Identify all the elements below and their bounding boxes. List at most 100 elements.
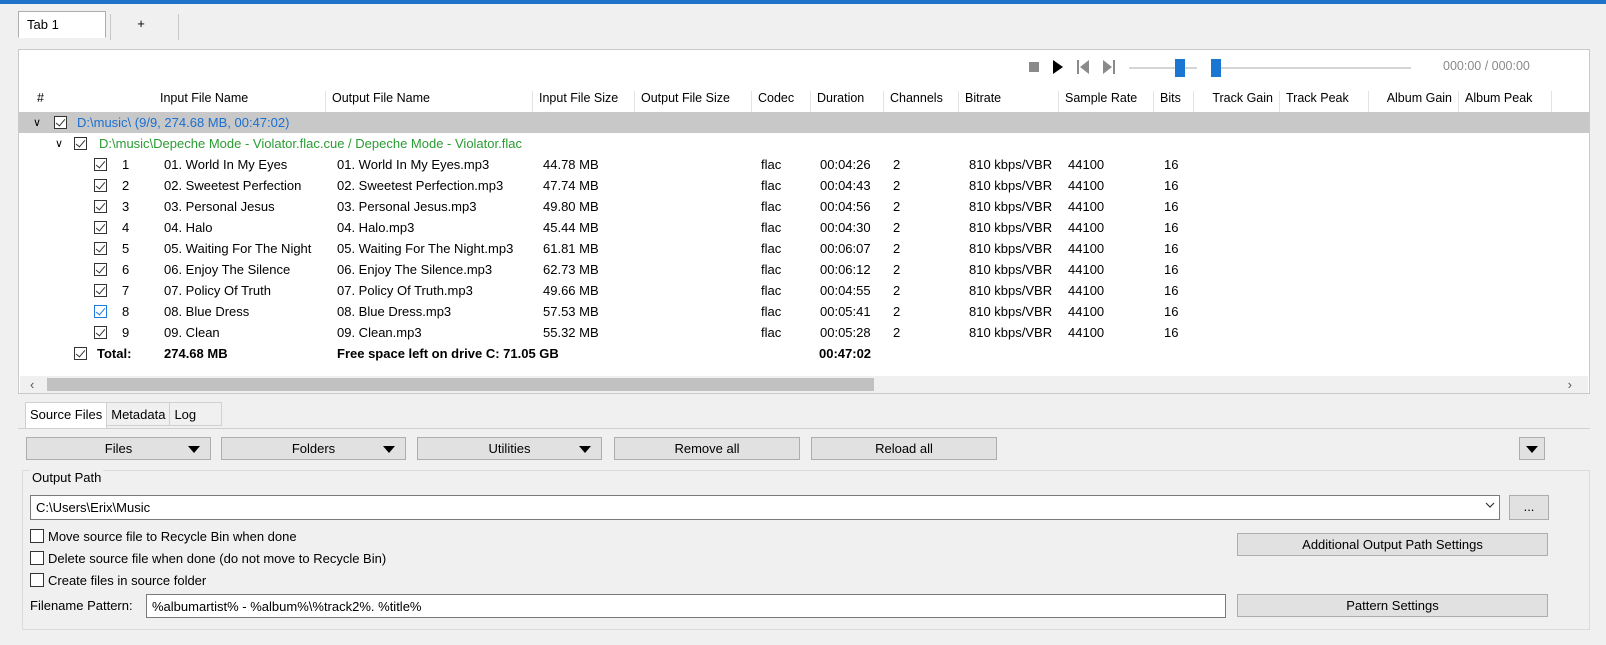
table-row[interactable]: 8 08. Blue Dress 08. Blue Dress.mp3 57.53 M… bbox=[19, 301, 1589, 322]
folder-group-row[interactable]: ∨ D:\music\ (9/9, 274.68 MB, 00:47:02) bbox=[19, 112, 1589, 133]
tab-separator bbox=[178, 14, 179, 40]
table-row[interactable]: 1 01. World In My Eyes 01. World In My Eye… bbox=[19, 154, 1589, 175]
input-file-name: 02. Sweetest Perfection bbox=[164, 178, 302, 193]
new-tab-button[interactable]: + bbox=[106, 11, 176, 38]
sample-rate: 44100 bbox=[1068, 241, 1105, 256]
input-file-size: 62.73 MB bbox=[543, 262, 599, 277]
track-checkbox[interactable] bbox=[94, 326, 107, 339]
play-icon[interactable] bbox=[1053, 60, 1063, 74]
table-row[interactable]: 9 09. Clean 09. Clean.mp3 55.32 MB flac 00:05… bbox=[19, 322, 1589, 343]
codec: flac bbox=[761, 325, 782, 340]
duration: 00:05:28 bbox=[820, 325, 871, 340]
next-track-icon[interactable] bbox=[1103, 59, 1115, 75]
input-file-size: 47.74 MB bbox=[543, 178, 599, 193]
folders-button[interactable]: Folders bbox=[221, 437, 406, 460]
table-row[interactable]: 6 06. Enjoy The Silence 06. Enjoy The Sile… bbox=[19, 259, 1589, 280]
stop-icon[interactable] bbox=[1029, 62, 1039, 72]
bitrate: 810 kbps/VBR bbox=[969, 178, 1053, 193]
track-checkbox[interactable] bbox=[94, 242, 107, 255]
chevron-down-icon[interactable]: ∨ bbox=[33, 116, 41, 129]
seek-slider-track[interactable] bbox=[1211, 67, 1411, 69]
move-recycle-checkbox[interactable] bbox=[30, 529, 44, 543]
tab-strip-line bbox=[18, 428, 1590, 429]
table-row[interactable]: 7 07. Policy Of Truth 07. Policy Of Truth.… bbox=[19, 280, 1589, 301]
scrollbar-thumb[interactable] bbox=[47, 378, 874, 391]
pattern-settings-button[interactable]: Pattern Settings bbox=[1237, 594, 1548, 617]
total-checkbox[interactable] bbox=[74, 347, 87, 360]
table-row[interactable]: 5 05. Waiting For The Night 05. Waiting Fo… bbox=[19, 238, 1589, 259]
track-checkbox[interactable] bbox=[94, 158, 107, 171]
bitrate: 810 kbps/VBR bbox=[969, 325, 1053, 340]
table-row[interactable]: 3 03. Personal Jesus 03. Personal Jesus.mp… bbox=[19, 196, 1589, 217]
duration: 00:05:41 bbox=[820, 304, 871, 319]
sample-rate: 44100 bbox=[1068, 157, 1105, 172]
remove-all-button[interactable]: Remove all bbox=[614, 437, 800, 460]
additional-output-path-settings-button[interactable]: Additional Output Path Settings bbox=[1237, 533, 1548, 556]
track-number: 6 bbox=[122, 262, 130, 277]
output-file-name: 09. Clean.mp3 bbox=[337, 325, 422, 340]
track-checkbox[interactable] bbox=[94, 305, 107, 318]
total-duration: 00:47:02 bbox=[819, 346, 872, 361]
volume-slider-thumb[interactable] bbox=[1175, 59, 1185, 77]
tab-metadata[interactable]: Metadata bbox=[107, 402, 171, 426]
tab-1[interactable]: Tab 1 bbox=[18, 11, 106, 38]
previous-track-icon[interactable] bbox=[1077, 59, 1089, 75]
codec: flac bbox=[761, 199, 782, 214]
move-recycle-option[interactable]: Move source file to Recycle Bin when don… bbox=[30, 529, 297, 544]
create-in-source-option[interactable]: Create files in source folder bbox=[30, 573, 206, 588]
scroll-right-icon[interactable]: › bbox=[1568, 377, 1572, 392]
input-file-name: 03. Personal Jesus bbox=[164, 199, 275, 214]
output-path-label: Output Path bbox=[30, 470, 104, 485]
chevron-down-icon[interactable]: ∨ bbox=[55, 137, 63, 150]
create-in-source-label: Create files in source folder bbox=[48, 573, 207, 588]
table-row[interactable]: 2 02. Sweetest Perfection 02. Sweetest Per… bbox=[19, 175, 1589, 196]
delete-source-label: Delete source file when done (do not mov… bbox=[48, 551, 387, 566]
bits: 16 bbox=[1164, 220, 1179, 235]
codec: flac bbox=[761, 157, 782, 172]
delete-source-option[interactable]: Delete source file when done (do not mov… bbox=[30, 551, 386, 566]
move-recycle-label: Move source file to Recycle Bin when don… bbox=[48, 529, 297, 544]
reload-all-button[interactable]: Reload all bbox=[811, 437, 997, 460]
track-number: 9 bbox=[122, 325, 130, 340]
track-checkbox[interactable] bbox=[94, 221, 107, 234]
bottom-tabs: Source Files Metadata Log bbox=[25, 402, 223, 428]
seek-slider-thumb[interactable] bbox=[1211, 59, 1221, 77]
more-options-button[interactable] bbox=[1519, 437, 1545, 460]
horizontal-scrollbar[interactable]: ‹ › bbox=[20, 376, 1588, 393]
bits: 16 bbox=[1164, 262, 1179, 277]
utilities-button[interactable]: Utilities bbox=[417, 437, 602, 460]
utilities-button-label: Utilities bbox=[488, 441, 531, 456]
cue-subgroup-row[interactable]: ∨ D:\music\Depeche Mode - Violator.flac.… bbox=[19, 133, 1589, 154]
files-button-label: Files bbox=[104, 441, 133, 456]
tab-log[interactable]: Log bbox=[170, 402, 223, 426]
input-file-name: 06. Enjoy The Silence bbox=[164, 262, 291, 277]
track-checkbox[interactable] bbox=[94, 200, 107, 213]
delete-source-checkbox[interactable] bbox=[30, 551, 44, 565]
track-checkbox[interactable] bbox=[94, 263, 107, 276]
track-checkbox[interactable] bbox=[94, 284, 107, 297]
track-number: 3 bbox=[122, 199, 130, 214]
table-row[interactable]: 4 04. Halo 04. Halo.mp3 45.44 MB flac 00:04:3… bbox=[19, 217, 1589, 238]
filename-pattern-input[interactable]: %albumartist% - %album%\%track2%. %title… bbox=[146, 594, 1226, 618]
cue-checkbox[interactable] bbox=[74, 137, 87, 150]
tab-source-files[interactable]: Source Files bbox=[25, 402, 108, 428]
output-path-value: C:\Users\Erix\Music bbox=[36, 500, 151, 515]
create-in-source-checkbox[interactable] bbox=[30, 573, 44, 587]
output-path-combo[interactable]: C:\Users\Erix\Music bbox=[30, 495, 1500, 520]
bitrate: 810 kbps/VBR bbox=[969, 304, 1053, 319]
sample-rate: 44100 bbox=[1068, 262, 1105, 277]
bits: 16 bbox=[1164, 199, 1179, 214]
codec: flac bbox=[761, 220, 782, 235]
volume-slider-track[interactable] bbox=[1129, 67, 1197, 69]
scroll-left-icon[interactable]: ‹ bbox=[30, 377, 34, 392]
track-checkbox[interactable] bbox=[94, 179, 107, 192]
channels: 2 bbox=[893, 325, 901, 340]
channels: 2 bbox=[893, 283, 901, 298]
folder-checkbox[interactable] bbox=[54, 116, 67, 129]
duration: 00:04:30 bbox=[820, 220, 871, 235]
files-button[interactable]: Files bbox=[26, 437, 211, 460]
chevron-down-icon[interactable] bbox=[1485, 500, 1495, 510]
bits: 16 bbox=[1164, 325, 1179, 340]
browse-button[interactable]: ... bbox=[1509, 495, 1549, 520]
duration: 00:06:12 bbox=[820, 262, 871, 277]
